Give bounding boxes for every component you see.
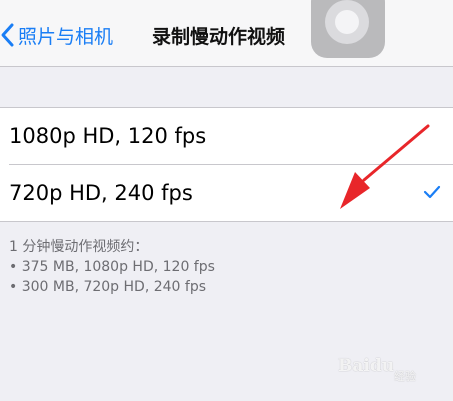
assistive-touch-icon[interactable] [311, 0, 385, 58]
watermark: Baidu 经验 [332, 348, 450, 388]
chevron-left-icon [1, 23, 14, 47]
storage-footnote: 1 分钟慢动作视频约： • 375 MB, 1080p HD, 120 fps … [9, 237, 215, 297]
option-1080p-120fps[interactable]: 1080p HD, 120 fps [0, 108, 453, 164]
back-button-label: 照片与相机 [18, 25, 114, 48]
watermark-brand: Baidu [338, 356, 395, 376]
footnote-line: • 300 MB, 720p HD, 240 fps [9, 279, 207, 295]
navigation-bar: 照片与相机 录制慢动作视频 [0, 0, 453, 67]
footnote-line: • 375 MB, 1080p HD, 120 fps [9, 259, 215, 275]
back-button[interactable]: 照片与相机 [0, 20, 113, 50]
checkmark-icon [423, 185, 441, 199]
slow-motion-options-list: 1080p HD, 120 fps 720p HD, 240 fps [0, 107, 453, 222]
watermark-sub: 经验 [394, 370, 416, 383]
page-title: 录制慢动作视频 [152, 26, 286, 48]
option-label: 1080p HD, 120 fps [9, 124, 207, 148]
assistive-touch-dot [335, 10, 359, 34]
assistive-touch-ring [325, 0, 369, 44]
option-720p-240fps[interactable]: 720p HD, 240 fps [0, 165, 453, 221]
option-label: 720p HD, 240 fps [9, 181, 193, 205]
footnote-heading: 1 分钟慢动作视频约： [9, 239, 149, 255]
